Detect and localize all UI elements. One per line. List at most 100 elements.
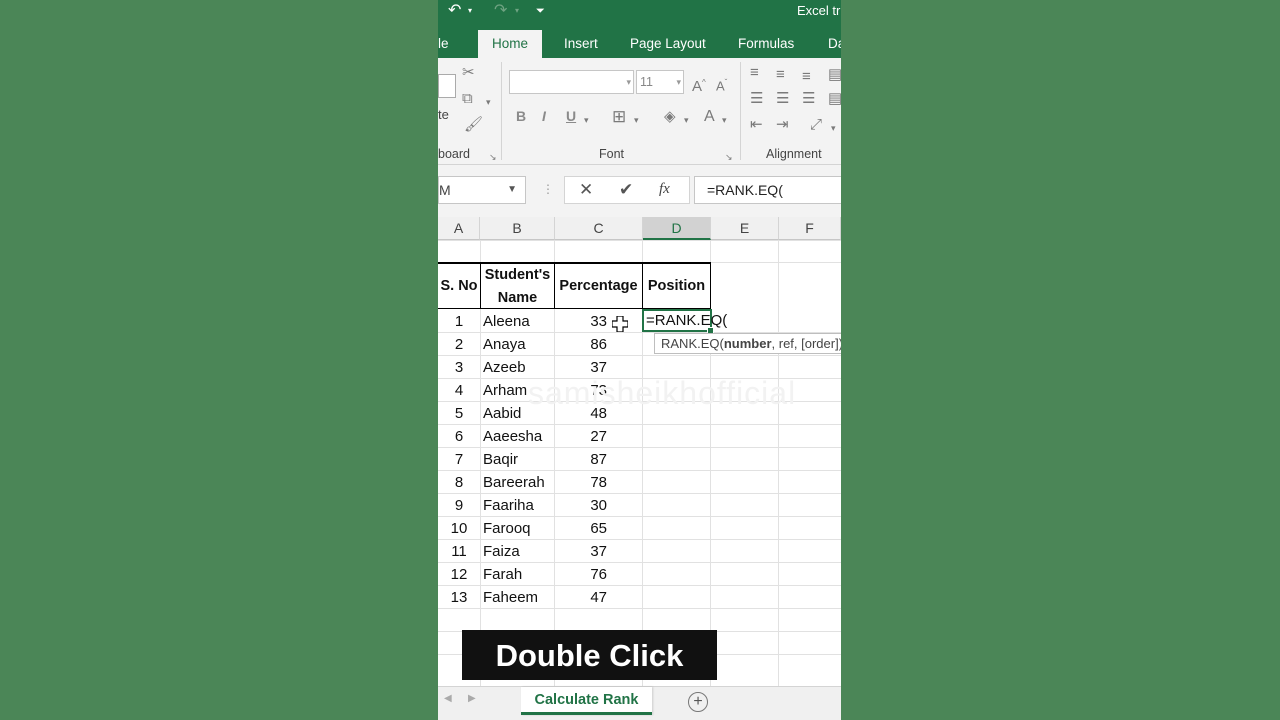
font-color-dropdown-icon[interactable]: ▾ <box>722 111 727 129</box>
cell-sno[interactable]: 7 <box>438 448 480 471</box>
align-right-icon[interactable]: ☰ <box>802 90 815 108</box>
cell-sno[interactable]: 9 <box>438 494 480 517</box>
cell-name[interactable]: Aaeesha <box>483 425 553 448</box>
redo-icon[interactable]: ↷ <box>494 0 507 22</box>
cell-name[interactable]: Farah <box>483 563 553 586</box>
increase-font-icon[interactable]: A^ <box>692 74 706 96</box>
cell-percentage[interactable]: 65 <box>555 517 607 540</box>
column-header-e[interactable]: E <box>711 217 779 240</box>
font-launcher-icon[interactable]: ↘ <box>725 148 733 166</box>
formula-input[interactable]: =RANK.EQ( <box>694 176 841 204</box>
active-cell-d3[interactable]: =RANK.EQ( <box>642 309 727 334</box>
decrease-font-icon[interactable]: Aˇ <box>716 74 727 95</box>
font-size-box[interactable]: 11 ▾ <box>636 70 684 94</box>
sheet-tab-calculate-rank[interactable]: Calculate Rank <box>521 687 652 715</box>
copy-icon[interactable]: ⧉ <box>462 90 473 108</box>
tab-page-layout[interactable]: Page Layout <box>630 30 706 58</box>
paste-icon[interactable] <box>438 74 456 98</box>
cell-sno[interactable]: 8 <box>438 471 480 494</box>
cell-percentage[interactable]: 30 <box>555 494 607 517</box>
undo-dropdown-icon[interactable]: ▾ <box>468 0 472 22</box>
underline-button[interactable]: U <box>566 108 576 124</box>
fill-color-icon[interactable]: ◈ <box>664 108 676 126</box>
cell-name[interactable]: Bareerah <box>483 471 553 494</box>
scroll-left-icon[interactable]: ◀ <box>444 693 452 704</box>
column-header-c[interactable]: C <box>555 217 643 240</box>
cell-sno[interactable]: 5 <box>438 402 480 425</box>
decrease-indent-icon[interactable]: ⇤ <box>750 116 763 134</box>
format-painter-icon[interactable]: 🖌 <box>464 116 483 134</box>
bold-button[interactable]: B <box>516 108 526 124</box>
tab-data[interactable]: Da <box>828 30 841 58</box>
underline-dropdown-icon[interactable]: ▾ <box>584 111 589 129</box>
cell-percentage[interactable]: 27 <box>555 425 607 448</box>
function-tooltip[interactable]: RANK.EQ(number, ref, [order]) <box>654 333 841 354</box>
font-color-icon[interactable]: A <box>704 108 715 126</box>
cell-sno[interactable]: 3 <box>438 356 480 379</box>
italic-button[interactable]: I <box>542 108 546 124</box>
align-left-icon[interactable]: ☰ <box>750 90 763 108</box>
clipboard-launcher-icon[interactable]: ↘ <box>489 148 497 166</box>
text-direction-icon[interactable]: ⤢ <box>810 116 822 134</box>
cell-sno[interactable]: 6 <box>438 425 480 448</box>
tab-home[interactable]: Home <box>478 30 543 58</box>
cell-sno[interactable]: 2 <box>438 333 480 356</box>
cell-sno[interactable]: 13 <box>438 586 480 609</box>
font-name-box[interactable]: ▾ <box>509 70 634 94</box>
cell-percentage[interactable]: 86 <box>555 333 607 356</box>
cell-sno[interactable]: 10 <box>438 517 480 540</box>
tab-formulas[interactable]: Formulas <box>738 30 794 58</box>
column-header-d[interactable]: D <box>643 217 711 240</box>
insert-function-icon[interactable]: fx <box>659 181 670 198</box>
cut-icon[interactable]: ✂ <box>462 64 475 82</box>
name-box[interactable]: M ▼ <box>438 176 526 204</box>
cell-percentage[interactable]: 78 <box>555 471 607 494</box>
orientation-icon[interactable]: ▤ <box>828 66 841 84</box>
cell-name[interactable]: Baqir <box>483 448 553 471</box>
paste-label: te <box>438 107 449 122</box>
cell-name[interactable]: Anaya <box>483 333 553 356</box>
increase-indent-icon[interactable]: ⇥ <box>776 116 789 134</box>
cell-name[interactable]: Faiza <box>483 540 553 563</box>
cell-name[interactable]: Farooq <box>483 517 553 540</box>
borders-icon[interactable]: ⊞ <box>612 108 626 126</box>
font-dropdown-icon[interactable]: ▾ <box>626 71 631 93</box>
copy-dropdown-icon[interactable]: ▾ <box>486 93 491 111</box>
align-center-icon[interactable]: ☰ <box>776 90 789 108</box>
name-box-dropdown-icon[interactable]: ▼ <box>507 177 517 203</box>
right-background <box>841 0 1280 720</box>
table-border <box>710 262 711 309</box>
cell-percentage[interactable]: 33 <box>555 310 607 333</box>
cell-name[interactable]: Faariha <box>483 494 553 517</box>
cell-percentage[interactable]: 87 <box>555 448 607 471</box>
cancel-icon[interactable]: ✕ <box>579 180 593 200</box>
wrap-text-icon[interactable]: ▤ <box>828 90 841 108</box>
align-bottom-icon[interactable]: ≡ <box>802 68 811 86</box>
text-direction-dropdown-icon[interactable]: ▾ <box>831 119 836 137</box>
add-sheet-button[interactable]: + <box>688 692 708 712</box>
borders-dropdown-icon[interactable]: ▾ <box>634 111 639 129</box>
enter-check-icon[interactable]: ✔ <box>619 180 633 200</box>
fill-dropdown-icon[interactable]: ▾ <box>684 111 689 129</box>
cell-percentage[interactable]: 47 <box>555 586 607 609</box>
cell-percentage[interactable]: 37 <box>555 540 607 563</box>
cell-sno[interactable]: 4 <box>438 379 480 402</box>
cell-name[interactable]: Aleena <box>483 310 553 333</box>
align-middle-icon[interactable]: ≡ <box>776 66 785 84</box>
align-top-icon[interactable]: ≡ <box>750 64 759 82</box>
cell-percentage[interactable]: 76 <box>555 563 607 586</box>
cell-sno[interactable]: 1 <box>438 310 480 333</box>
tab-file[interactable]: le <box>438 30 449 58</box>
size-dropdown-icon[interactable]: ▾ <box>676 71 681 93</box>
cell-sno[interactable]: 12 <box>438 563 480 586</box>
customize-qat-icon[interactable]: ⏷ <box>536 0 545 22</box>
cell-sno[interactable]: 11 <box>438 540 480 563</box>
column-header-a[interactable]: A <box>438 217 480 240</box>
tab-insert[interactable]: Insert <box>564 30 598 58</box>
redo-dropdown-icon[interactable]: ▾ <box>515 0 519 22</box>
column-header-b[interactable]: B <box>480 217 555 240</box>
undo-icon[interactable]: ↶ <box>448 0 461 22</box>
column-header-f[interactable]: F <box>779 217 841 240</box>
cell-name[interactable]: Faheem <box>483 586 553 609</box>
scroll-right-icon[interactable]: ▶ <box>468 693 476 704</box>
